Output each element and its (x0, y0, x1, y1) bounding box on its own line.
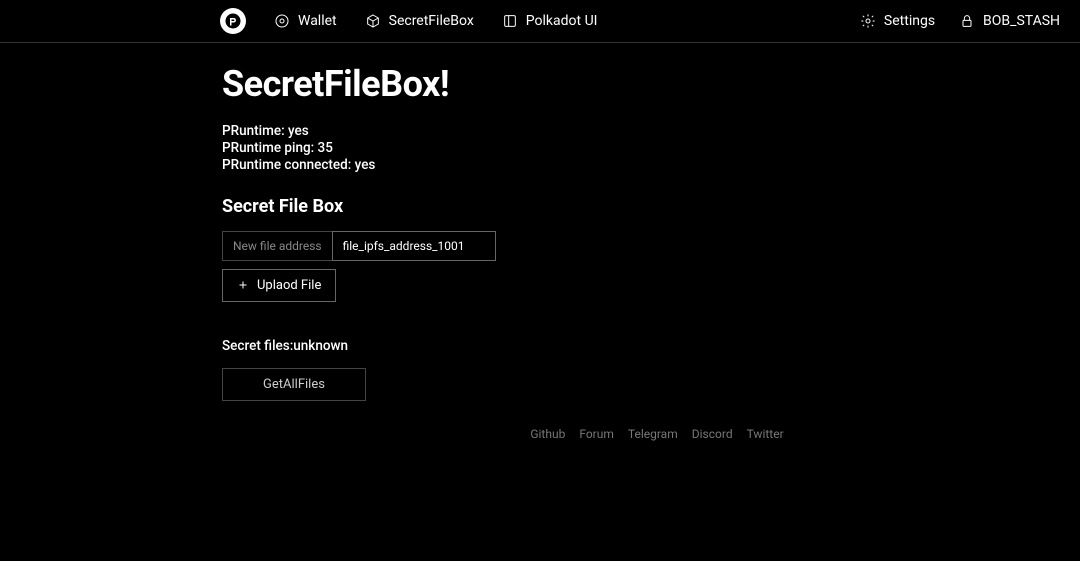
nav-account-label: BOB_STASH (983, 13, 1060, 29)
main-content: SecretFileBox! PRuntime: yes PRuntime pi… (0, 43, 820, 401)
nav-secretfilebox[interactable]: SecretFileBox (365, 13, 474, 29)
nav-settings[interactable]: Settings (860, 13, 935, 29)
panel-icon (502, 13, 518, 29)
footer-link-twitter[interactable]: Twitter (747, 427, 784, 441)
upload-file-button[interactable]: Uplaod File (222, 269, 336, 302)
footer-link-discord[interactable]: Discord (692, 427, 733, 441)
file-address-input[interactable] (332, 231, 496, 261)
file-address-row: New file address (222, 231, 820, 261)
page-title: SecretFileBox! (222, 63, 820, 105)
header-right: Settings BOB_STASH (860, 13, 1060, 29)
upload-file-button-label: Uplaod File (257, 278, 321, 293)
nav-secretfilebox-label: SecretFileBox (389, 13, 474, 29)
section-title: Secret File Box (222, 196, 820, 217)
lock-icon (959, 13, 975, 29)
wallet-icon (274, 13, 290, 29)
gear-icon (860, 13, 876, 29)
box-icon (365, 13, 381, 29)
logo[interactable] (220, 8, 246, 34)
header: Wallet SecretFileBox Polkadot UI Setting… (0, 0, 1080, 43)
footer-link-github[interactable]: Github (530, 427, 565, 441)
status-pruntime: PRuntime: yes (222, 123, 820, 140)
file-address-label: New file address (222, 231, 332, 261)
nav-wallet[interactable]: Wallet (274, 13, 337, 29)
nav-settings-label: Settings (884, 13, 935, 29)
header-left: Wallet SecretFileBox Polkadot UI (220, 8, 597, 34)
footer-link-telegram[interactable]: Telegram (628, 427, 678, 441)
status-pruntime-connected: PRuntime connected: yes (222, 157, 820, 174)
get-all-files-button[interactable]: GetAllFiles (222, 368, 366, 401)
nav-account[interactable]: BOB_STASH (959, 13, 1060, 29)
nav-polkadot-label: Polkadot UI (526, 13, 598, 29)
plus-icon (237, 279, 249, 291)
footer: Github Forum Telegram Discord Twitter (222, 427, 1080, 441)
status-pruntime-ping: PRuntime ping: 35 (222, 140, 820, 157)
secret-files-label: Secret files:unknown (222, 338, 820, 354)
nav-wallet-label: Wallet (298, 13, 337, 29)
footer-link-forum[interactable]: Forum (579, 427, 614, 441)
nav-polkadot-ui[interactable]: Polkadot UI (502, 13, 598, 29)
